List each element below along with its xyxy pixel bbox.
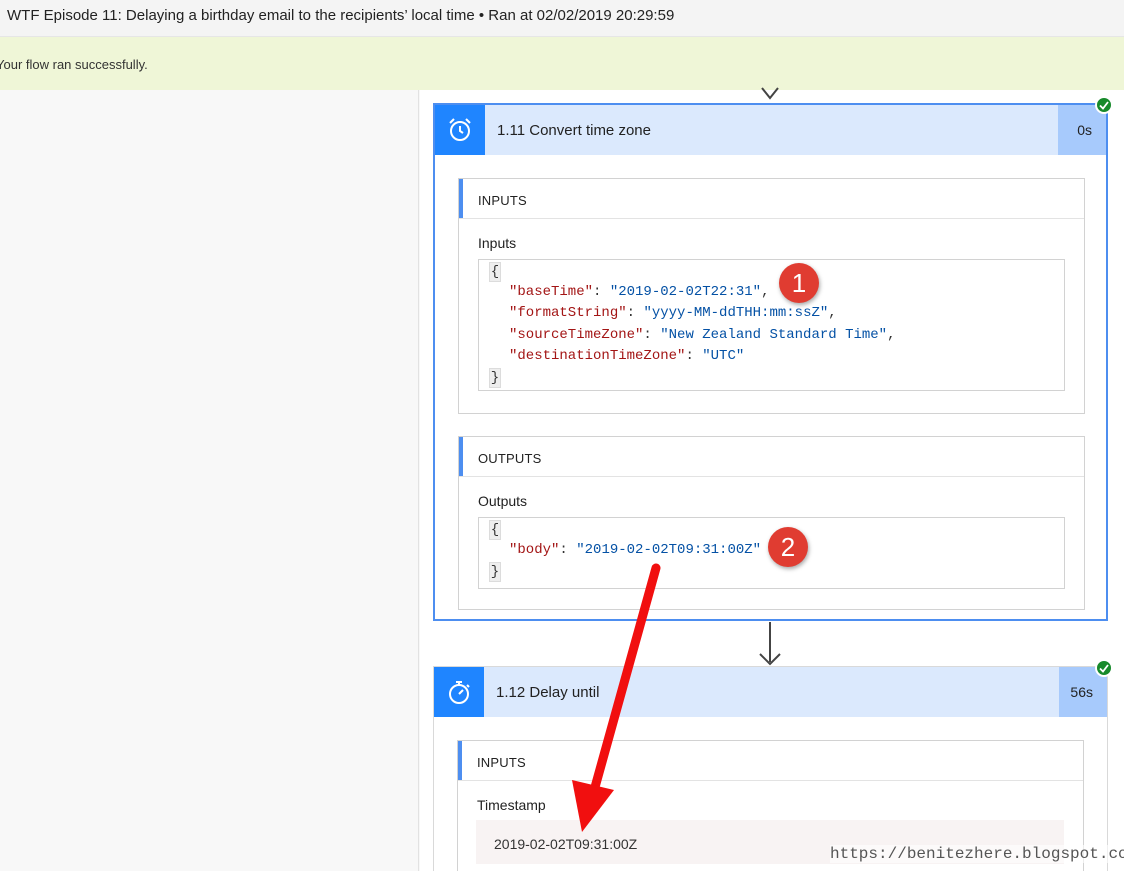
run-title: WTF Episode 11: Delaying a birthday emai…: [7, 7, 675, 24]
inputs-section-header[interactable]: INPUTS: [458, 741, 1083, 781]
step-header[interactable]: 1.12 Delay until 56s: [434, 667, 1107, 717]
left-panel: [0, 90, 419, 871]
annotation-arrow: [572, 563, 661, 832]
status-message: Your flow ran successfully.: [0, 57, 148, 72]
success-check-icon: [1095, 659, 1113, 677]
alarm-clock-icon: [435, 105, 485, 155]
run-header: WTF Episode 11: Delaying a birthday emai…: [0, 0, 1124, 37]
code-line-sourcetimezone: "sourceTimeZone": "New Zealand Standard …: [509, 327, 896, 343]
step-title: 1.11 Convert time zone: [497, 122, 651, 139]
status-banner: Your flow ran successfully.: [0, 37, 1124, 90]
inputs-heading: INPUTS: [477, 755, 526, 770]
stopwatch-icon: [434, 667, 484, 717]
code-line-basetime: "baseTime": "2019-02-02T22:31",: [509, 284, 770, 300]
success-check-icon: [1095, 96, 1113, 114]
inputs-heading: INPUTS: [478, 193, 527, 208]
inputs-section-header[interactable]: INPUTS: [459, 179, 1084, 219]
outputs-section-header[interactable]: OUTPUTS: [459, 437, 1084, 477]
inputs-label: Inputs: [478, 235, 517, 251]
step-header[interactable]: 1.11 Convert time zone 0s: [435, 105, 1106, 155]
connector-arrow-middle: [759, 622, 781, 666]
timestamp-label: Timestamp: [477, 797, 546, 813]
code-line-body: "body": "2019-02-02T09:31:00Z": [509, 542, 762, 558]
open-brace: {: [489, 262, 501, 282]
inputs-code-block[interactable]: { "baseTime": "2019-02-02T22:31", "forma…: [478, 259, 1065, 391]
open-brace: {: [489, 520, 501, 540]
outputs-heading: OUTPUTS: [478, 451, 542, 466]
code-line-formatstring: "formatString": "yyyy-MM-ddTHH:mm:ssZ",: [509, 305, 837, 321]
outputs-label: Outputs: [478, 493, 528, 509]
code-line-destinationtimezone: "destinationTimeZone": "UTC": [509, 348, 745, 364]
close-brace: }: [489, 562, 501, 582]
connector-arrow-top: [761, 87, 779, 100]
annotation-badge-1: 1: [779, 263, 819, 303]
close-brace: }: [489, 368, 501, 388]
outputs-section: OUTPUTS Outputs { "body": "2019-02-02T09…: [458, 436, 1085, 610]
inputs-section: INPUTS Inputs { "baseTime": "2019-02-02T…: [458, 178, 1085, 414]
watermark: https://benitezhere.blogspot.com: [830, 845, 1124, 863]
annotation-badge-2: 2: [768, 527, 808, 567]
